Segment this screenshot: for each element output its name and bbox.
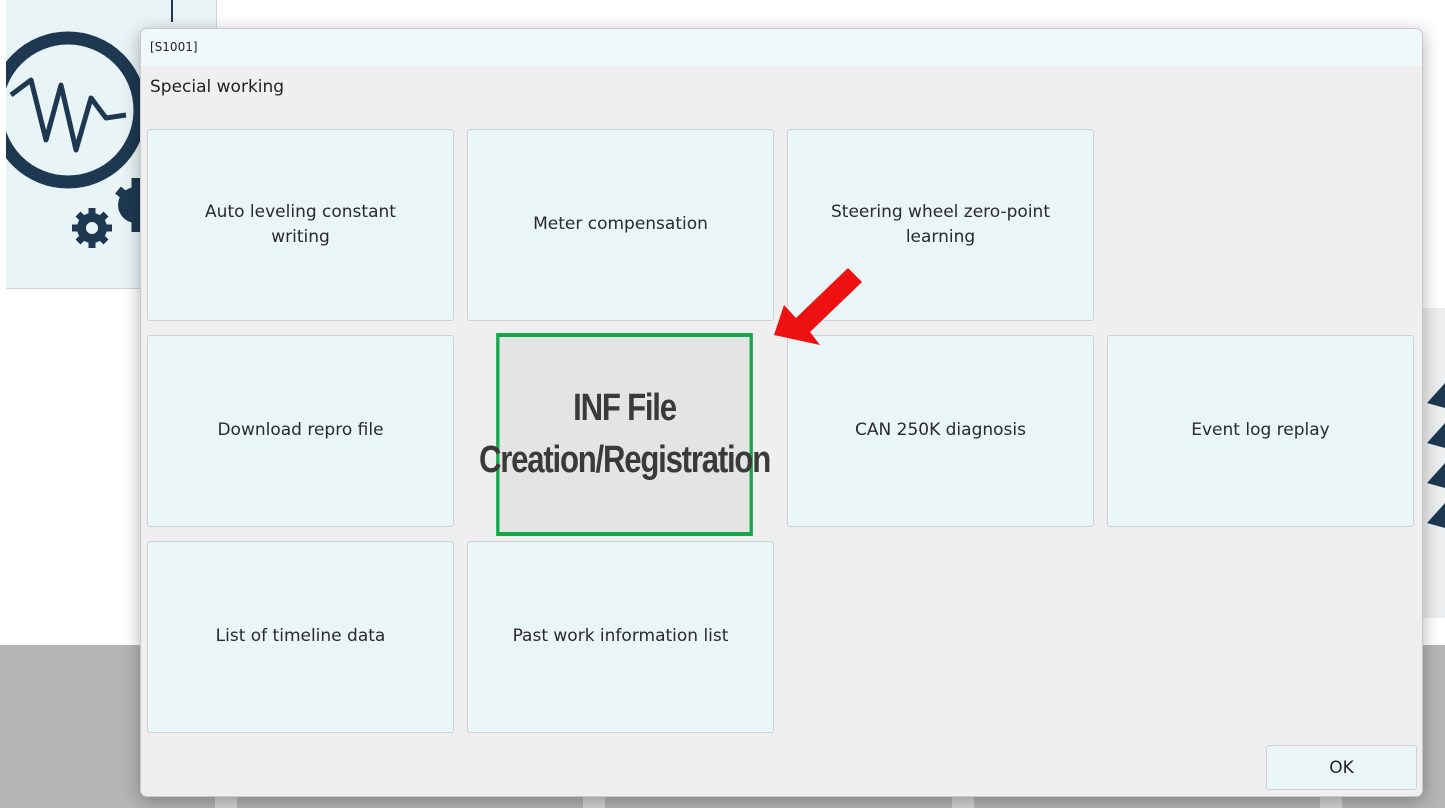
- tile-can-250k[interactable]: CAN 250K diagnosis: [787, 335, 1094, 527]
- tile-download-repro[interactable]: Download repro file: [147, 335, 454, 527]
- tile-inf-file-creation[interactable]: INF File Creation/Registration: [479, 333, 771, 536]
- tile-timeline-data[interactable]: List of timeline data: [147, 541, 454, 733]
- dialog-titlebar: [S1001]: [141, 29, 1422, 66]
- gear-icon: [72, 208, 112, 248]
- ok-button[interactable]: OK: [1266, 745, 1417, 790]
- tile-auto-leveling[interactable]: Auto leveling constant writing: [147, 129, 454, 321]
- tile-meter-compensation[interactable]: Meter compensation: [467, 129, 774, 321]
- tile-event-log-replay[interactable]: Event log replay: [1107, 335, 1414, 527]
- tile-past-work-info[interactable]: Past work information list: [467, 541, 774, 733]
- background-right-strip: [1421, 308, 1445, 618]
- chevron-decoration-icon: [1427, 383, 1445, 528]
- screen-id-label: [S1001]: [150, 40, 198, 54]
- red-arrow-icon: [774, 268, 862, 345]
- dialog-title: Special working: [150, 77, 285, 97]
- special-working-dialog: [S1001] Special working Auto leveling co…: [140, 28, 1423, 797]
